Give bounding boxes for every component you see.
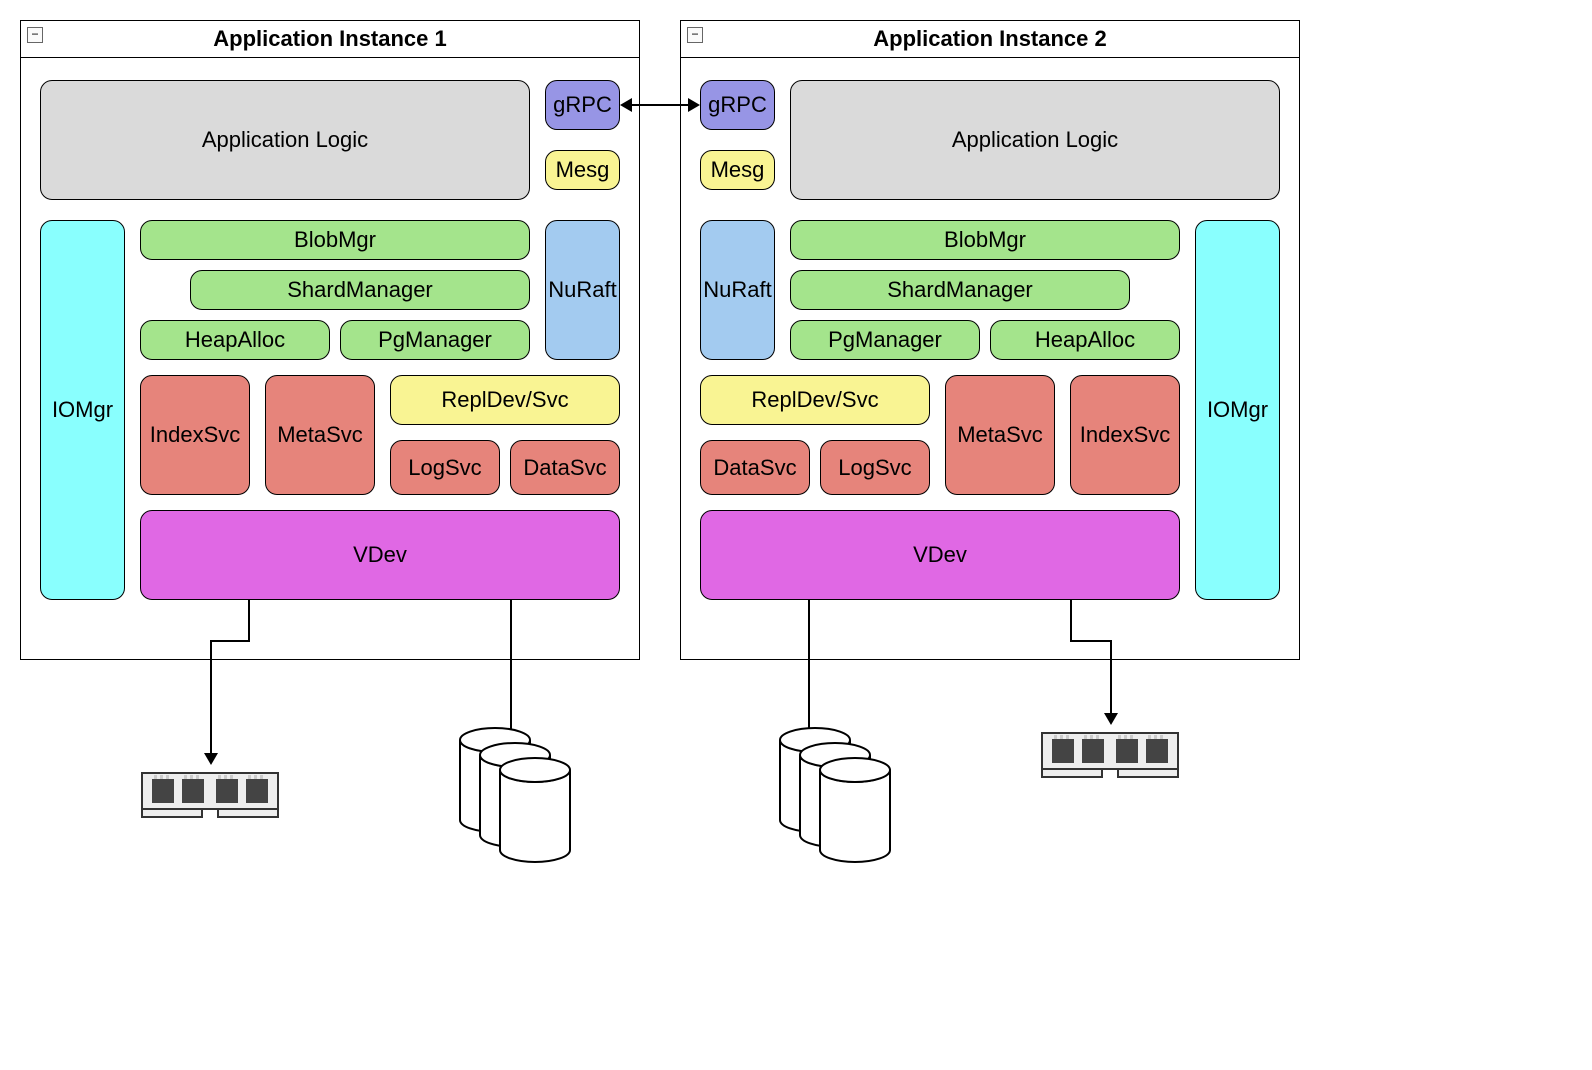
i1-metasvc: MetaSvc bbox=[265, 375, 375, 495]
arrow-right-icon bbox=[688, 98, 700, 112]
i1-grpc: gRPC bbox=[545, 80, 620, 130]
i2-app-logic: Application Logic bbox=[790, 80, 1280, 200]
arrow-down-icon bbox=[204, 753, 218, 765]
i2-right-conn-h bbox=[1070, 640, 1112, 642]
memory-chip-icon bbox=[1040, 725, 1180, 780]
i2-mesg: Mesg bbox=[700, 150, 775, 190]
database-cylinder-icon bbox=[760, 720, 910, 870]
instance1-title: Application Instance 1 bbox=[21, 21, 639, 58]
i2-right-conn-v2 bbox=[1110, 640, 1112, 715]
i1-iomgr: IOMgr bbox=[40, 220, 125, 600]
i1-repldev: ReplDev/Svc bbox=[390, 375, 620, 425]
arrow-left-icon bbox=[620, 98, 632, 112]
instance2-title: Application Instance 2 bbox=[681, 21, 1299, 58]
i2-datasvc: DataSvc bbox=[700, 440, 810, 495]
database-cylinder-icon bbox=[440, 720, 590, 870]
i2-shardmgr: ShardManager bbox=[790, 270, 1130, 310]
i1-mesg: Mesg bbox=[545, 150, 620, 190]
i2-heapalloc: HeapAlloc bbox=[990, 320, 1180, 360]
i2-metasvc: MetaSvc bbox=[945, 375, 1055, 495]
grpc-link-line bbox=[630, 104, 690, 106]
i2-logsvc: LogSvc bbox=[820, 440, 930, 495]
i1-pgmanager: PgManager bbox=[340, 320, 530, 360]
i1-nuraft: NuRaft bbox=[545, 220, 620, 360]
i2-right-conn-v1 bbox=[1070, 600, 1072, 640]
i2-grpc: gRPC bbox=[700, 80, 775, 130]
diagram-canvas: − Application Instance 1 Application Log… bbox=[0, 0, 1592, 1070]
i1-vdev: VDev bbox=[140, 510, 620, 600]
i2-vdev: VDev bbox=[700, 510, 1180, 600]
i1-left-conn-v2 bbox=[210, 640, 212, 755]
i2-indexsvc: IndexSvc bbox=[1070, 375, 1180, 495]
i1-indexsvc: IndexSvc bbox=[140, 375, 250, 495]
arrow-down-icon bbox=[1104, 713, 1118, 725]
i1-datasvc: DataSvc bbox=[510, 440, 620, 495]
i2-nuraft: NuRaft bbox=[700, 220, 775, 360]
i1-left-conn-v1 bbox=[248, 600, 250, 640]
i1-left-conn-h bbox=[210, 640, 250, 642]
i1-logsvc: LogSvc bbox=[390, 440, 500, 495]
i1-blobmgr: BlobMgr bbox=[140, 220, 530, 260]
i2-iomgr: IOMgr bbox=[1195, 220, 1280, 600]
i2-blobmgr: BlobMgr bbox=[790, 220, 1180, 260]
i1-heapalloc: HeapAlloc bbox=[140, 320, 330, 360]
i2-pgmanager: PgManager bbox=[790, 320, 980, 360]
memory-chip-icon bbox=[140, 765, 280, 820]
i1-app-logic: Application Logic bbox=[40, 80, 530, 200]
i2-repldev: ReplDev/Svc bbox=[700, 375, 930, 425]
i1-shardmgr: ShardManager bbox=[190, 270, 530, 310]
